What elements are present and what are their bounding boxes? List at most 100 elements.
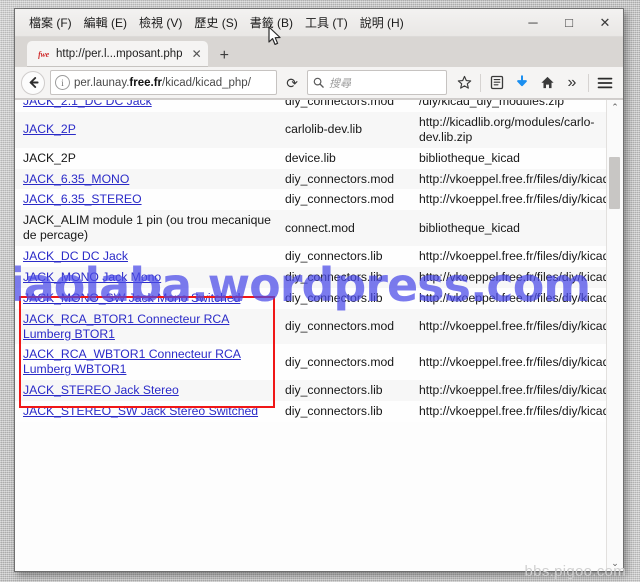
cell-component-name: JACK_MONO Jack Mono xyxy=(15,267,277,288)
url-suffix: /kicad/kicad_php/ xyxy=(162,76,251,89)
menu-item-bookmarks[interactable]: 書籤 (B) xyxy=(244,14,299,32)
cell-source: http://vkoeppel.free.fr/files/diy/kicad_… xyxy=(419,249,607,263)
menu-item-tools[interactable]: 工具 (T) xyxy=(299,14,354,32)
menu-item-file[interactable]: 檔案 (F) xyxy=(23,14,78,32)
cell-source: http://vkoeppel.free.fr/files/diy/kicad_… xyxy=(419,171,607,186)
scrollbar-track[interactable] xyxy=(607,115,623,556)
cell-source: http://kicadlib.org/modules/carlo-dev.li… xyxy=(419,114,595,144)
cell-library: diy_connectors.mod xyxy=(285,192,395,207)
table-row: JACK_MONO Jack Mono diy_connectors.lib htt… xyxy=(15,266,607,288)
table-row: JACK_STEREO_SW Jack Stereo Switched diy_c… xyxy=(15,401,607,422)
tab-close-icon[interactable]: ✕ xyxy=(192,48,202,60)
menu-item-view[interactable]: 檢視 (V) xyxy=(133,14,188,32)
window-controls: ─ □ ✕ xyxy=(515,9,623,36)
minimize-button[interactable]: ─ xyxy=(515,9,551,36)
cell-library: diy_connectors.mod xyxy=(285,354,395,369)
scroll-up-icon[interactable]: ⌃ xyxy=(607,100,623,115)
table-row: JACK_ALIM module 1 pin (ou trou mecaniqu… xyxy=(15,210,607,246)
cell-component-name: JACK_RCA_BTOR1 Connecteur RCA Lumberg BT… xyxy=(15,309,277,345)
cell-source: /diy/kicad_diy_modules.zip xyxy=(419,100,564,108)
component-link[interactable]: JACK_MONO Jack Mono xyxy=(23,270,161,284)
cell-library: connect.mod xyxy=(285,220,355,235)
cell-component-name: JACK_6.35_STEREO xyxy=(15,189,277,210)
tab-title: http://per.l...mposant.php xyxy=(56,48,183,60)
cell-component-name: JACK_STEREO Jack Stereo xyxy=(15,380,277,401)
component-link[interactable]: JACK_6.35_STEREO xyxy=(23,192,142,206)
cell-library: diy_connectors.lib xyxy=(285,404,383,418)
component-link[interactable]: JACK_2.1_DC DC Jack xyxy=(23,100,152,108)
component-link[interactable]: JACK_RCA_WBTOR1 Connecteur RCA Lumberg W… xyxy=(23,347,241,376)
maximize-button[interactable]: □ xyxy=(551,9,587,36)
component-link[interactable]: JACK_DC DC Jack xyxy=(23,249,128,263)
cell-source: http://vkoeppel.free.fr/files/diy/kicad_… xyxy=(419,354,607,369)
cell-library: diy_connectors.lib xyxy=(285,249,383,263)
tab-strip: fwe http://per.l...mposant.php ✕ + xyxy=(15,37,623,67)
close-button[interactable]: ✕ xyxy=(587,9,623,36)
cell-source: http://vkoeppel.free.fr/files/diy/kicad_… xyxy=(419,192,607,207)
overflow-icon[interactable]: » xyxy=(560,71,584,94)
page-content: JACK_2.1_DC DC Jack diy_connectors.mod/di… xyxy=(15,99,623,571)
menu-item-help[interactable]: 說明 (H) xyxy=(354,14,410,32)
browser-window: 檔案 (F) 編輯 (E) 檢視 (V) 歷史 (S) 書籤 (B) 工具 (T… xyxy=(14,8,624,572)
cell-library: diy_connectors.mod xyxy=(285,319,395,334)
table-row: JACK_2P device.lib bibliotheque_kicad xyxy=(15,147,607,169)
cell-library: device.lib xyxy=(285,150,336,165)
cell-component-name: JACK_RCA_WBTOR1 Connecteur RCA Lumberg W… xyxy=(15,344,277,380)
cell-component-name: JACK_2.1_DC DC Jack xyxy=(15,100,277,112)
component-link[interactable]: JACK_MONO_SW Jack Mono Switched xyxy=(23,291,240,305)
component-name: JACK_ALIM module 1 pin (ou trou mecaniqu… xyxy=(23,213,271,243)
table-row: JACK_MONO_SW Jack Mono Switched diy_conne… xyxy=(15,287,607,309)
table-row: JACK_RCA_BTOR1 Connecteur RCA Lumberg BT… xyxy=(15,308,607,345)
cell-source: bibliotheque_kicad xyxy=(419,150,520,165)
site-info-icon[interactable]: i xyxy=(55,75,70,90)
cell-source: http://vkoeppel.free.fr/files/diy/kicad_… xyxy=(419,290,607,305)
cell-library: carlolib-dev.lib xyxy=(285,122,362,137)
home-icon[interactable] xyxy=(535,71,559,94)
favicon-icon: fwe xyxy=(38,49,49,59)
menu-bar: 檔案 (F) 編輯 (E) 檢視 (V) 歷史 (S) 書籤 (B) 工具 (T… xyxy=(15,9,623,37)
tab-active[interactable]: fwe http://per.l...mposant.php ✕ xyxy=(27,41,208,67)
cell-library: diy_connectors.lib xyxy=(285,290,383,305)
url-bar[interactable]: i per.launay.free.fr/kicad/kicad_php/ xyxy=(50,70,278,95)
component-link[interactable]: JACK_2P xyxy=(23,122,76,136)
component-link[interactable]: JACK_6.35_MONO xyxy=(23,172,129,186)
search-box[interactable]: 搜尋 xyxy=(307,70,447,95)
cell-library: diy_connectors.lib xyxy=(285,269,383,284)
cell-source: http://vkoeppel.free.fr/files/diy/kicad_… xyxy=(419,319,607,334)
url-text: per.launay.free.fr/kicad/kicad_php/ xyxy=(74,77,251,89)
scrollbar-thumb[interactable] xyxy=(609,157,620,209)
url-prefix: per.launay. xyxy=(74,76,130,89)
scroll-down-icon[interactable]: ⌄ xyxy=(607,556,623,571)
nav-icon-group: » xyxy=(452,71,617,94)
hamburger-menu-icon[interactable] xyxy=(593,71,617,94)
component-link[interactable]: JACK_STEREO_SW Jack Stereo Switched xyxy=(23,404,258,418)
reload-icon[interactable]: ⟳ xyxy=(282,76,302,90)
cell-component-name: JACK_DC DC Jack xyxy=(15,246,277,267)
url-domain: free.fr xyxy=(129,76,163,89)
cell-source: http://vkoeppel.free.fr/files/diy/kicad_… xyxy=(419,404,607,418)
component-link[interactable]: JACK_RCA_BTOR1 Connecteur RCA Lumberg BT… xyxy=(23,312,229,341)
downloads-icon[interactable] xyxy=(510,71,534,94)
menu-item-edit[interactable]: 編輯 (E) xyxy=(78,14,133,32)
table-row: JACK_DC DC Jack diy_connectors.lib http://… xyxy=(15,246,607,267)
vertical-scrollbar[interactable]: ⌃ ⌄ xyxy=(606,100,623,571)
cell-library: diy_connectors.lib xyxy=(285,383,383,398)
divider xyxy=(480,73,481,92)
cell-component-name: JACK_2P xyxy=(15,148,277,169)
table-row: JACK_6.35_MONO diy_connectors.mod http://v… xyxy=(15,168,607,190)
bookmark-star-icon[interactable] xyxy=(452,71,476,94)
divider xyxy=(588,73,589,92)
back-button[interactable] xyxy=(21,70,45,95)
search-icon xyxy=(313,77,324,88)
search-placeholder: 搜尋 xyxy=(329,77,351,90)
table-row: JACK_6.35_STEREO diy_connectors.mod http:/… xyxy=(15,189,607,211)
table-row: JACK_2.1_DC DC Jack diy_connectors.mod/di… xyxy=(15,100,607,112)
menu-item-history[interactable]: 歷史 (S) xyxy=(188,14,243,32)
cell-component-name: JACK_STEREO_SW Jack Stereo Switched xyxy=(15,401,277,422)
new-tab-button[interactable]: + xyxy=(220,48,229,64)
table-row: JACK_2P carlolib-dev.lib http://kicadlib.o… xyxy=(15,111,607,148)
library-icon[interactable] xyxy=(485,71,509,94)
table-row: JACK_RCA_WBTOR1 Connecteur RCA Lumberg W… xyxy=(15,344,607,381)
component-name: JACK_2P xyxy=(23,150,76,165)
component-link[interactable]: JACK_STEREO Jack Stereo xyxy=(23,383,179,397)
